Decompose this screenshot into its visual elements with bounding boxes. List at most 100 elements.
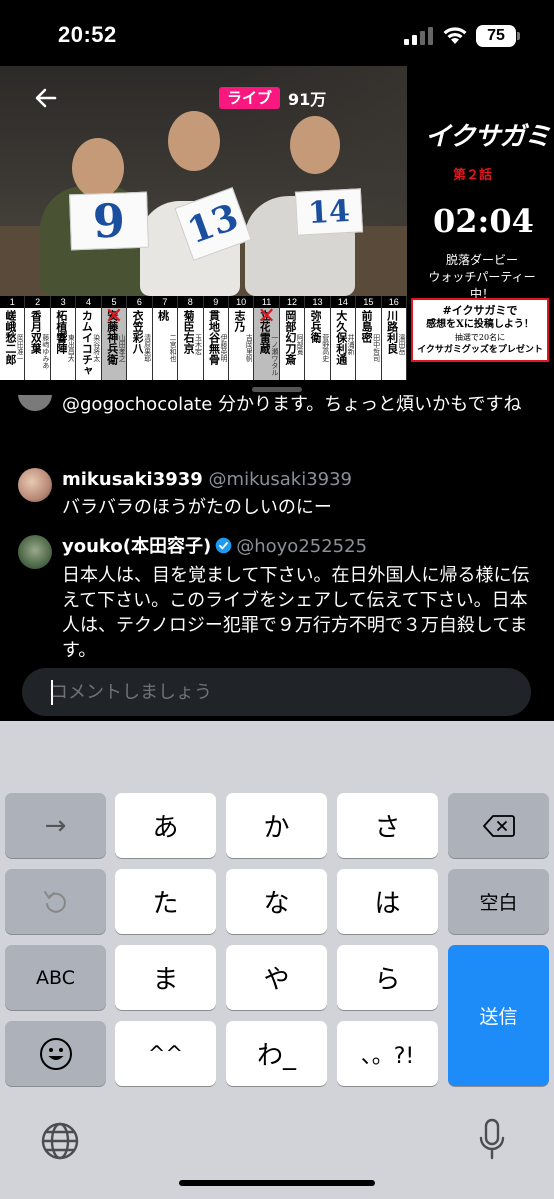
home-indicator[interactable] (179, 1180, 375, 1186)
ranking-number: 16 (381, 296, 406, 308)
comment-list[interactable]: @gogochocolate 分かります。ちょっと煩いかもですね mikusak… (0, 395, 554, 670)
ranking-number: 8 (178, 296, 203, 308)
ranking-column: 2 香月双葉 藤﨑ゆみあ (25, 296, 51, 380)
promo-line1: #イクサガミで (442, 304, 518, 317)
ranking-number: 10 (228, 296, 254, 308)
ranking-actor-name: 一ノ瀬ワタル (270, 334, 278, 376)
key-ya[interactable]: や (226, 945, 327, 1010)
event-description: 脱落ダービー ウォッチパーティー中！ (417, 252, 547, 303)
ranking-character-name: 大久保利通 (335, 310, 347, 365)
key-a[interactable]: あ (115, 793, 216, 858)
ranking-actor-name: 玉木宏 (194, 334, 202, 355)
ranking-actor-name: 吉岡里帆 (245, 334, 253, 362)
ranking-actor-name: 清原果耶 (143, 334, 151, 362)
comment-text: @gogochocolate 分かります。ちょっと煩いかもですね (62, 395, 522, 415)
promo-line3: 抽選で20名に (454, 333, 506, 342)
prediction-card-left: 9 (69, 191, 149, 251)
key-wa[interactable]: わ_ (226, 1021, 327, 1086)
key-ha[interactable]: は (337, 869, 438, 934)
ranking-column: 4 カムイコチャ 染谷将太 (76, 296, 102, 380)
ranking-column: 7 桃二宮和也 (152, 296, 179, 380)
comment-input-container[interactable] (22, 668, 531, 716)
comment-header: mikusaki3939 @mikusaki3939 (62, 468, 542, 492)
ranking-character-name: カムイコチャ (81, 310, 93, 376)
comment-author-handle[interactable]: @mikusaki3939 (209, 469, 352, 490)
ranking-number: 13 (305, 296, 330, 308)
key-delete[interactable] (448, 793, 549, 858)
ranking-actor-name: 阿部寛 (296, 334, 304, 355)
delete-backspace-icon (482, 814, 515, 837)
ranking-column: 8 菊臣右京 玉木宏 (178, 296, 204, 380)
ranking-column: 1 嵯峨愁二郎 岡田准一 (0, 296, 26, 380)
comment-author-name[interactable]: mikusaki3939 (62, 469, 203, 490)
video-scene: 9 13 14 ライブ 91万 (0, 66, 407, 296)
ranking-column: 12 岡部幻刀斎 阿部寛 (279, 296, 306, 380)
ranking-column: 16 川路利良 濱田岳 (381, 296, 407, 380)
comment-text: バラバラのほうがたのしいのにー (62, 497, 332, 518)
live-badge: ライブ (219, 87, 281, 109)
key-next-arrow[interactable]: → (5, 793, 106, 858)
wifi-icon (443, 27, 467, 44)
eliminated-x-icon: ✕ (104, 304, 124, 329)
ranking-actor-name: 田中哲司 (372, 334, 380, 362)
eliminated-x-icon: ✕ (257, 304, 276, 329)
key-abc[interactable]: ABC (5, 945, 106, 1010)
comment-body: mikusaki3939 @mikusaki3939 バラバラのほうがたのしいの… (62, 468, 542, 520)
battery-indicator: 75 (476, 25, 516, 47)
avatar[interactable] (18, 395, 52, 411)
key-punctuation[interactable]: 、。?! (337, 1021, 438, 1086)
comment-input[interactable] (50, 668, 510, 716)
comment-author-name[interactable]: youko(本田容子) (62, 536, 211, 557)
character-ranking-strip: 1 嵯峨愁二郎 岡田准一 2 香月双葉 藤﨑ゆみあ 3 柘植響陣 東出昌大 4 カムイコチャ 染谷将太… (0, 296, 407, 380)
sheet-grabber[interactable] (252, 387, 302, 392)
ranking-column: 9 貫地谷無骨 伊藤英明 (203, 296, 229, 380)
key-kaomoji[interactable]: ^^ (115, 1021, 216, 1086)
ranking-actor-name: 井浦新 (347, 334, 355, 355)
avatar[interactable] (18, 468, 52, 502)
comment-text: 日本人は、目を覚まして下さい。在日外国人に帰る様に伝えて下さい。このライブをシェ… (62, 565, 530, 661)
ranking-actor-name: 濱田岳 (398, 334, 405, 355)
globe-icon[interactable] (40, 1121, 80, 1161)
key-ra[interactable]: ら (337, 945, 438, 1010)
key-space[interactable]: 空白 (448, 869, 549, 934)
key-sa[interactable]: さ (337, 793, 438, 858)
avatar[interactable] (18, 535, 52, 569)
ranking-actor-name: 菅野高史 (321, 334, 329, 362)
cellular-signal-icon (404, 27, 433, 45)
ranking-number: 15 (356, 296, 381, 308)
ranking-character-name: 香月双葉 (30, 310, 42, 354)
key-ma[interactable]: ま (115, 945, 216, 1010)
person-right-head (290, 116, 340, 174)
key-ka[interactable]: か (226, 793, 327, 858)
ranking-character-name: 前島密 (361, 310, 373, 343)
live-video-player[interactable]: 9 13 14 ライブ 91万 1 嵯峨愁二郎 岡田准一 2 香月双葉 藤﨑ゆみあ 3 柘植響… (0, 66, 554, 380)
key-next-arrow-label: → (44, 810, 67, 841)
episode-label: 第２話 (453, 168, 493, 183)
battery-cap (517, 32, 520, 40)
key-emoji[interactable] (5, 1021, 106, 1086)
ranking-character-name: 桃 (157, 310, 169, 321)
countdown-timer: 02:04 (433, 202, 534, 240)
japanese-kana-keyboard: → あ か さ た な は 空白 ABC ま や ら 送信 ^^ わ_ 、。?! (0, 721, 554, 1199)
ranking-actor-name: 伊藤英明 (219, 334, 227, 362)
person-center-head (168, 111, 220, 171)
key-undo[interactable] (5, 869, 106, 934)
event-description-line1: 脱落ダービー (445, 253, 518, 267)
status-time: 20:52 (58, 22, 117, 47)
ranking-character-name: 岡部幻刀斎 (284, 310, 296, 365)
back-arrow-icon[interactable] (34, 86, 58, 110)
ranking-column: 15 前島密 田中哲司 (356, 296, 382, 380)
ranking-column: 11 立花雷蔵 一ノ瀬ワタル ✕ (254, 296, 280, 380)
ranking-column: 14 大久保利通 井浦新 (330, 296, 357, 380)
ranking-character-name: 貫地谷無骨 (208, 310, 220, 365)
key-ta[interactable]: た (115, 869, 216, 934)
ranking-actor-name: 岡田准一 (16, 334, 24, 362)
ranking-number: 7 (152, 296, 178, 308)
microphone-icon[interactable] (478, 1118, 506, 1162)
person-left-head (72, 138, 124, 198)
comment-author-handle[interactable]: @hoyo252525 (236, 536, 367, 557)
key-send[interactable]: 送信 (448, 945, 549, 1086)
ranking-character-name: 柘植響陣 (55, 310, 67, 354)
key-na[interactable]: な (226, 869, 327, 934)
ranking-character-name: 川路利良 (386, 310, 398, 354)
